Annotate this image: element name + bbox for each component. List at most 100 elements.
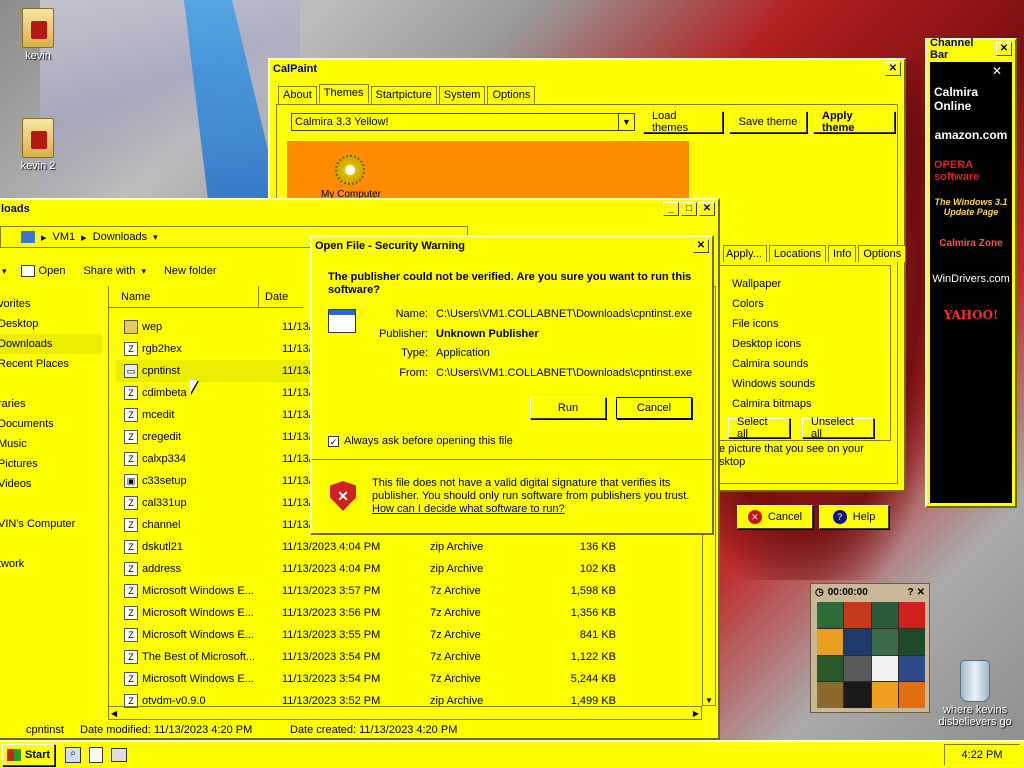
tab-about[interactable]: About <box>278 86 317 105</box>
scroll-down-icon[interactable]: ▼ <box>705 696 713 705</box>
chevron-down-icon[interactable]: ▾ <box>141 266 146 277</box>
nav-libraries[interactable]: raries <box>0 394 102 414</box>
zip-file-icon: Z <box>124 386 138 400</box>
channel-yahoo[interactable]: YAHOO! <box>934 298 1008 332</box>
exe-file-icon: ▭ <box>124 364 138 378</box>
channel-amazon[interactable]: amazon.com <box>934 118 1008 152</box>
apply-theme-button[interactable]: Apply theme <box>813 110 895 134</box>
nav-network[interactable]: twork <box>0 554 102 574</box>
horizontal-scrollbar[interactable]: ◀ ▶ <box>108 706 702 720</box>
column-name-label: Name <box>121 291 151 303</box>
table-row[interactable]: Zdskutl21 11/13/2023 4:04 PM zip Archive 13… <box>116 536 676 558</box>
shield-warning-icon: ✕ <box>330 481 356 511</box>
table-row[interactable]: Z Microsoft Windows E... 11/13/2023 3:54 P… <box>116 668 676 690</box>
nav-videos[interactable]: Videos <box>0 474 102 494</box>
nav-pictures[interactable]: Pictures <box>0 454 102 474</box>
help-icon[interactable]: ? <box>908 587 914 598</box>
sub-tab-apply[interactable]: Apply... <box>723 245 767 262</box>
always-ask-checkbox[interactable]: ✓ Always ask before opening this file <box>328 435 513 447</box>
system-tray-clock[interactable]: 4:22 PM <box>944 744 1020 766</box>
maximize-button[interactable]: □ <box>681 202 697 216</box>
help-button[interactable]: ? Help <box>819 505 889 529</box>
channel-calmira-zone[interactable]: Calmira Zone <box>934 226 1008 260</box>
sub-tab-options[interactable]: Options <box>858 245 907 262</box>
list-item[interactable]: Colors <box>732 294 890 314</box>
channel-opera[interactable]: OPERA software <box>934 154 1008 188</box>
navigation-pane: vorites Desktop Downloads Recent Places … <box>0 288 104 720</box>
nav-desktop[interactable]: Desktop <box>0 314 102 334</box>
tab-startpicture[interactable]: Startpicture <box>370 86 437 105</box>
close-icon[interactable]: ✕ <box>930 62 1012 80</box>
tab-options[interactable]: Options <box>487 86 536 105</box>
close-button[interactable]: ✕ <box>996 42 1012 56</box>
chevron-right-icon: ▸ <box>81 231 87 244</box>
name-value: C:\Users\VM1.COLLABNET\Downloads\cpntins… <box>436 308 693 320</box>
channel-windrivers[interactable]: WinDrivers.com <box>932 262 1010 296</box>
unselect-all-button[interactable]: Unselect all <box>802 416 874 440</box>
field-values: C:\Users\VM1.COLLABNET\Downloads\cpntins… <box>436 305 708 383</box>
column-header-name[interactable]: Name <box>109 286 259 308</box>
channel-calmira-online[interactable]: Calmira Online <box>934 82 1008 116</box>
desktop-icon-kevin[interactable]: kevin <box>8 8 68 62</box>
cancel-button[interactable]: Cancel <box>616 397 692 419</box>
close-button[interactable]: ✕ <box>699 202 715 216</box>
close-button[interactable]: ✕ <box>693 239 709 253</box>
minimize-button[interactable]: _ <box>663 202 679 216</box>
save-theme-button[interactable]: Save theme <box>729 111 807 133</box>
desktop-icon-recycle-bin[interactable]: where kevins disbelievers go <box>936 660 1014 728</box>
channel-windows-update[interactable]: The Windows 3.1 Update Page <box>934 190 1008 224</box>
list-item[interactable]: Wallpaper <box>732 274 890 294</box>
nav-favorites[interactable]: vorites <box>0 294 102 314</box>
start-button[interactable]: Start <box>2 744 56 766</box>
list-item[interactable]: Desktop icons <box>732 334 890 354</box>
quicklaunch-explorer-icon[interactable]: ⌕ <box>65 747 82 763</box>
nav-recent-places[interactable]: Recent Places <box>0 354 102 374</box>
list-item[interactable]: File icons <box>732 314 890 334</box>
close-button[interactable]: ✕ <box>885 62 901 76</box>
help-icon: ? <box>832 510 847 524</box>
sub-tab-locations[interactable]: Locations <box>768 245 826 262</box>
breadcrumb-vm1[interactable]: VM1 <box>53 231 76 243</box>
new-folder-button[interactable]: New folder <box>164 265 217 277</box>
share-with-button[interactable]: Share with <box>83 265 135 277</box>
chevron-down-icon[interactable]: ▾ <box>153 232 158 243</box>
table-row[interactable]: Z The Best of Microsoft... 11/13/2023 3:54… <box>116 646 676 668</box>
list-item[interactable]: Calmira sounds <box>732 354 890 374</box>
quicklaunch-notepad-icon[interactable] <box>89 747 104 763</box>
theme-select[interactable]: Calmira 3.3 Yellow! ▼ <box>291 113 635 131</box>
help-link[interactable]: How can I decide what software to run? <box>372 503 565 515</box>
desktop-icon-kevin-2[interactable]: kevin 2 <box>8 118 68 172</box>
list-item[interactable]: Calmira bitmaps <box>732 394 890 414</box>
select-all-button[interactable]: Select all <box>728 416 790 440</box>
nav-computer[interactable]: VIN's Computer <box>0 514 102 534</box>
load-themes-button[interactable]: Load themes <box>643 110 723 134</box>
cancel-button[interactable]: ✕ Cancel <box>737 505 813 529</box>
checkbox-icon[interactable]: ✓ <box>328 435 339 447</box>
column-header-date[interactable]: Date <box>259 286 303 308</box>
run-button[interactable]: Run <box>530 397 606 419</box>
tab-system[interactable]: System <box>438 86 486 105</box>
close-icon[interactable]: ✕ <box>917 587 925 598</box>
from-value: C:\Users\VM1.COLLABNET\Downloads\cpntins… <box>436 366 693 379</box>
open-button[interactable]: Open <box>39 265 66 277</box>
nav-music[interactable]: Music <box>0 434 102 454</box>
nav-downloads[interactable]: Downloads <box>0 334 102 354</box>
scroll-left-icon[interactable]: ◀ <box>111 709 117 718</box>
folder-icon <box>124 320 138 334</box>
title-bar: CalPaint ✕ <box>270 60 904 78</box>
publisher-label: Publisher: <box>379 327 428 340</box>
table-row[interactable]: Z Microsoft Windows E... 11/13/2023 3:56 P… <box>116 602 676 624</box>
tab-themes[interactable]: Themes <box>318 84 369 103</box>
quicklaunch-printer-icon[interactable] <box>111 748 128 762</box>
chevron-down-icon[interactable]: ▼ <box>618 114 634 130</box>
table-row[interactable]: Z Microsoft Windows E... 11/13/2023 3:57 P… <box>116 580 676 602</box>
organize-chevron-icon[interactable]: ▾ <box>2 266 7 277</box>
list-item[interactable]: Windows sounds <box>732 374 890 394</box>
table-row[interactable]: Z Microsoft Windows E... 11/13/2023 3:55 P… <box>116 624 676 646</box>
puzzle-board[interactable] <box>817 602 925 708</box>
table-row[interactable]: Zaddress 11/13/2023 4:04 PM zip Archive 102… <box>116 558 676 580</box>
nav-documents[interactable]: Documents <box>0 414 102 434</box>
breadcrumb-downloads[interactable]: Downloads <box>93 231 147 243</box>
scroll-right-icon[interactable]: ▶ <box>693 709 699 718</box>
sub-tab-info[interactable]: Info <box>827 245 857 262</box>
